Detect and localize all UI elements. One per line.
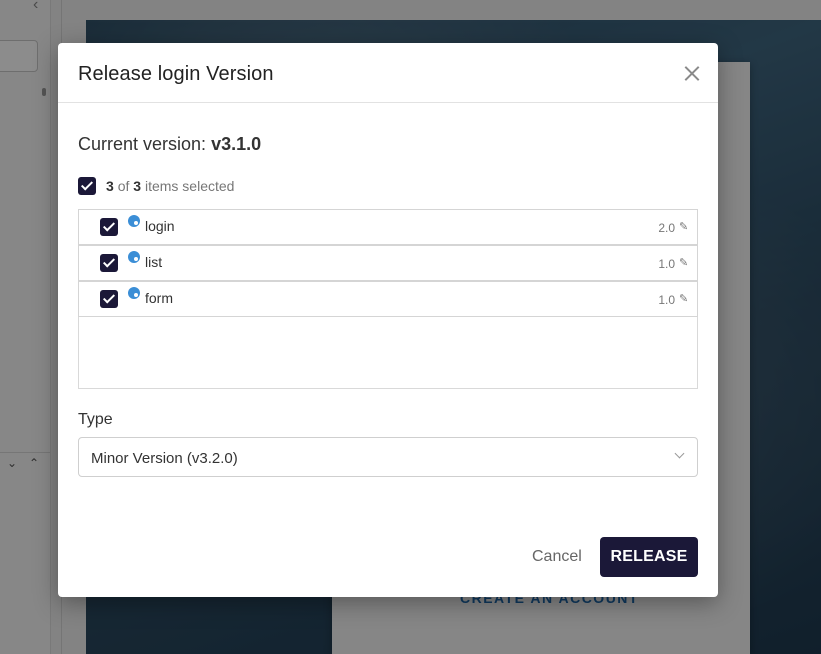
close-icon[interactable] bbox=[682, 63, 702, 83]
pencil-icon[interactable]: ✎ bbox=[679, 256, 689, 269]
version-type-select[interactable]: Minor Version (v3.2.0) bbox=[78, 437, 698, 477]
list-item[interactable]: list 1.0 ✎ bbox=[78, 245, 698, 281]
palette-icon bbox=[128, 215, 140, 227]
pencil-icon[interactable]: ✎ bbox=[679, 292, 689, 305]
type-label: Type bbox=[78, 411, 113, 428]
item-name: list bbox=[145, 254, 163, 270]
list-item[interactable]: form 1.0 ✎ bbox=[78, 281, 698, 317]
of-text: of bbox=[117, 178, 130, 194]
items-list: login 2.0 ✎ list 1.0 ✎ form 1.0 ✎ bbox=[78, 209, 698, 389]
cancel-button[interactable]: Cancel bbox=[526, 547, 588, 567]
release-dialog: Release login Version Current version: v… bbox=[58, 43, 718, 597]
dialog-title: Release login Version bbox=[78, 63, 274, 85]
pencil-icon[interactable]: ✎ bbox=[679, 220, 689, 233]
select-all-row: 3 of 3 items selected bbox=[78, 177, 234, 195]
current-version-value: v3.1.0 bbox=[211, 134, 262, 154]
item-checkbox[interactable] bbox=[100, 254, 118, 272]
item-name: login bbox=[145, 218, 175, 234]
item-version: 1.0 bbox=[658, 293, 675, 307]
select-all-checkbox[interactable] bbox=[78, 177, 96, 195]
item-checkbox[interactable] bbox=[100, 218, 118, 236]
palette-icon bbox=[128, 287, 140, 299]
list-item[interactable]: login 2.0 ✎ bbox=[78, 209, 698, 245]
selection-suffix: items selected bbox=[144, 178, 235, 194]
selected-count: 3 bbox=[106, 178, 114, 194]
item-version: 2.0 bbox=[658, 221, 675, 235]
total-count: 3 bbox=[133, 178, 142, 194]
version-type-value: Minor Version (v3.2.0) bbox=[91, 450, 238, 467]
release-button[interactable]: RELEASE bbox=[600, 537, 698, 577]
dialog-header: Release login Version bbox=[58, 43, 718, 103]
current-version: Current version: v3.1.0 bbox=[78, 134, 261, 155]
item-name: form bbox=[145, 290, 173, 306]
item-checkbox[interactable] bbox=[100, 290, 118, 308]
current-version-label: Current version: bbox=[78, 134, 207, 154]
palette-icon bbox=[128, 251, 140, 263]
selection-count: 3 of 3 items selected bbox=[106, 178, 234, 194]
chevron-down-icon bbox=[674, 448, 685, 459]
item-version: 1.0 bbox=[658, 257, 675, 271]
